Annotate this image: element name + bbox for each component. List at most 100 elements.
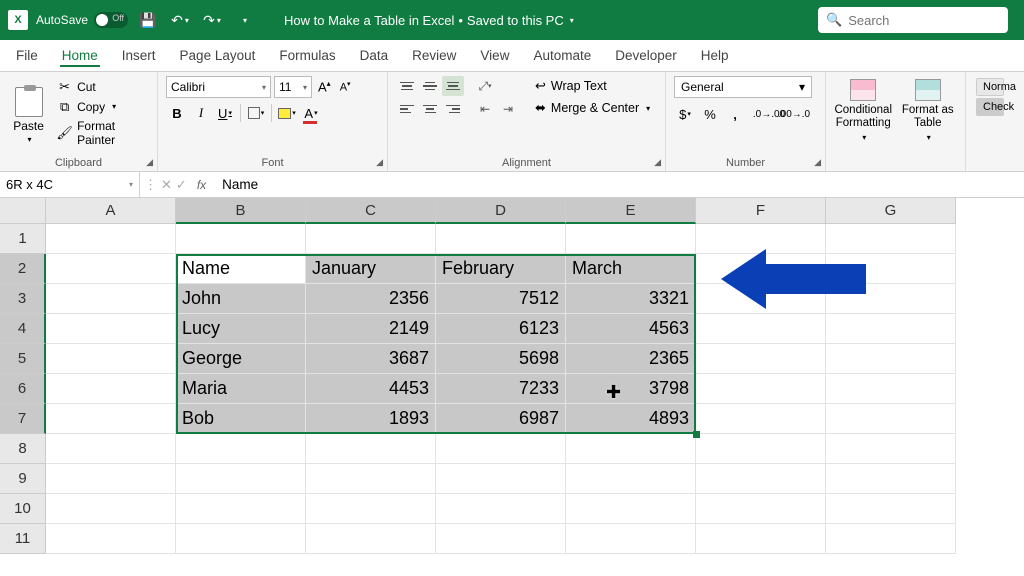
row-header-5[interactable]: 5 — [0, 344, 46, 374]
increase-font-button[interactable]: A▴ — [315, 79, 334, 94]
increase-indent-button[interactable]: ⇥ — [497, 99, 519, 119]
cell-G7[interactable] — [826, 404, 956, 434]
cell-D2[interactable]: February — [436, 254, 566, 284]
formula-input[interactable] — [216, 177, 1024, 192]
cell-G8[interactable] — [826, 434, 956, 464]
tab-automate[interactable]: Automate — [531, 44, 593, 67]
cell-C9[interactable] — [306, 464, 436, 494]
cell-A2[interactable] — [46, 254, 176, 284]
tab-view[interactable]: View — [478, 44, 511, 67]
cell-A10[interactable] — [46, 494, 176, 524]
cell-D10[interactable] — [436, 494, 566, 524]
cell-G10[interactable] — [826, 494, 956, 524]
save-button[interactable]: 💾 — [136, 8, 160, 32]
decrease-decimal-button[interactable]: .00→.0 — [783, 103, 805, 125]
cell-D6[interactable]: 7233 — [436, 374, 566, 404]
cell-D8[interactable] — [436, 434, 566, 464]
tab-data[interactable]: Data — [358, 44, 391, 67]
row-header-4[interactable]: 4 — [0, 314, 46, 344]
col-header-E[interactable]: E — [566, 198, 696, 224]
cell-D7[interactable]: 6987 — [436, 404, 566, 434]
format-painter-button[interactable]: 🖌Format Painter — [53, 118, 149, 148]
cell-E8[interactable] — [566, 434, 696, 464]
cell-E4[interactable]: 4563 — [566, 314, 696, 344]
cell-A8[interactable] — [46, 434, 176, 464]
row-header-3[interactable]: 3 — [0, 284, 46, 314]
cell-D5[interactable]: 5698 — [436, 344, 566, 374]
copy-button[interactable]: ⧉Copy▾ — [53, 98, 149, 115]
cell-E2[interactable]: March — [566, 254, 696, 284]
cell-C2[interactable]: January — [306, 254, 436, 284]
cell-F10[interactable] — [696, 494, 826, 524]
cell-A5[interactable] — [46, 344, 176, 374]
tab-developer[interactable]: Developer — [613, 44, 679, 67]
cell-F7[interactable] — [696, 404, 826, 434]
cell-C1[interactable] — [306, 224, 436, 254]
cell-B9[interactable] — [176, 464, 306, 494]
cell-G4[interactable] — [826, 314, 956, 344]
cell-B8[interactable] — [176, 434, 306, 464]
search-input[interactable] — [848, 13, 1024, 28]
enter-formula-button[interactable]: ✓ — [176, 177, 187, 193]
undo-button[interactable]: ↶▾ — [168, 8, 192, 32]
tab-file[interactable]: File — [14, 44, 40, 67]
font-launcher[interactable]: ◢ — [376, 157, 383, 168]
tab-help[interactable]: Help — [699, 44, 731, 67]
cell-E9[interactable] — [566, 464, 696, 494]
cell-B2[interactable]: Name — [176, 254, 306, 284]
cell-B5[interactable]: George — [176, 344, 306, 374]
cell-G9[interactable] — [826, 464, 956, 494]
cell-E6[interactable]: 3798 — [566, 374, 696, 404]
col-header-C[interactable]: C — [306, 198, 436, 224]
row-header-6[interactable]: 6 — [0, 374, 46, 404]
cell-A6[interactable] — [46, 374, 176, 404]
italic-button[interactable]: I — [190, 102, 212, 124]
qat-customize[interactable]: ▾ — [232, 8, 256, 32]
cell-F5[interactable] — [696, 344, 826, 374]
cell-B4[interactable]: Lucy — [176, 314, 306, 344]
cell-B3[interactable]: John — [176, 284, 306, 314]
cell-A7[interactable] — [46, 404, 176, 434]
bold-button[interactable]: B — [166, 102, 188, 124]
tab-review[interactable]: Review — [410, 44, 458, 67]
tab-insert[interactable]: Insert — [120, 44, 158, 67]
select-all-corner[interactable] — [0, 198, 46, 224]
borders-button[interactable]: ▾ — [245, 102, 267, 124]
row-header-10[interactable]: 10 — [0, 494, 46, 524]
cell-D4[interactable]: 6123 — [436, 314, 566, 344]
cell-F9[interactable] — [696, 464, 826, 494]
fill-color-button[interactable]: ▾ — [276, 102, 298, 124]
number-format-combo[interactable]: General▾ — [674, 76, 812, 98]
cell-G1[interactable] — [826, 224, 956, 254]
tab-home[interactable]: Home — [60, 44, 100, 67]
cell-E11[interactable] — [566, 524, 696, 554]
cell-F6[interactable] — [696, 374, 826, 404]
decrease-font-button[interactable]: A▾ — [337, 80, 354, 94]
increase-decimal-button[interactable]: .0→.00 — [758, 103, 780, 125]
more-icon[interactable]: ⋮ — [144, 177, 157, 193]
cell-E3[interactable]: 3321 — [566, 284, 696, 314]
row-header-2[interactable]: 2 — [0, 254, 46, 284]
cell-E7[interactable]: 4893 — [566, 404, 696, 434]
spreadsheet-grid[interactable]: A B C D E F G 1234567891011 NameJanuaryF… — [0, 198, 1024, 554]
cell-G11[interactable] — [826, 524, 956, 554]
cell-C11[interactable] — [306, 524, 436, 554]
orientation-button[interactable]: ⤢▾ — [474, 76, 496, 96]
col-header-D[interactable]: D — [436, 198, 566, 224]
wrap-text-button[interactable]: ↩Wrap Text — [535, 78, 650, 94]
cell-G5[interactable] — [826, 344, 956, 374]
cell-E1[interactable] — [566, 224, 696, 254]
cell-F8[interactable] — [696, 434, 826, 464]
align-middle-button[interactable] — [419, 76, 441, 96]
cancel-formula-button[interactable]: ✕ — [161, 177, 172, 193]
row-header-11[interactable]: 11 — [0, 524, 46, 554]
cell-A4[interactable] — [46, 314, 176, 344]
cell-B10[interactable] — [176, 494, 306, 524]
cut-button[interactable]: ✂Cut — [53, 78, 149, 95]
number-launcher[interactable]: ◢ — [814, 157, 821, 168]
cell-B7[interactable]: Bob — [176, 404, 306, 434]
percent-format-button[interactable]: % — [699, 103, 721, 125]
cell-B1[interactable] — [176, 224, 306, 254]
cell-E5[interactable]: 2365 — [566, 344, 696, 374]
cell-C6[interactable]: 4453 — [306, 374, 436, 404]
